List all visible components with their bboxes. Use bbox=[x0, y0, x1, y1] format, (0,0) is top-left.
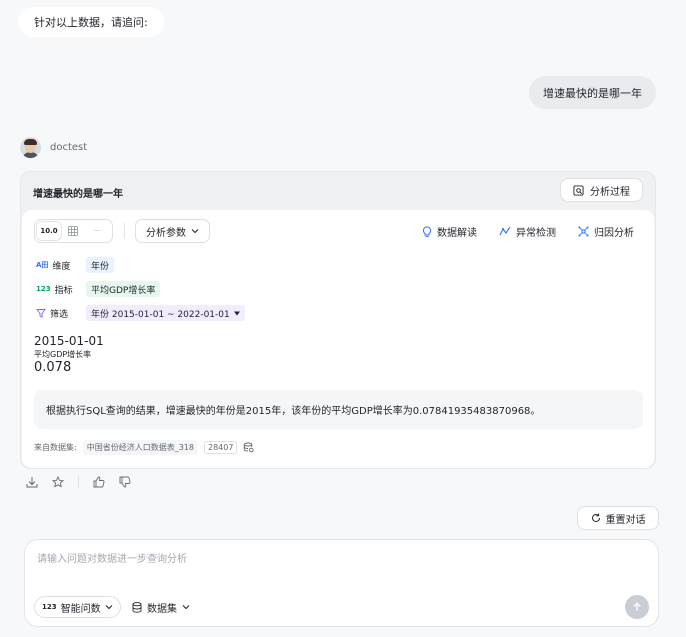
dataset-select-button[interactable]: 数据集 bbox=[132, 596, 190, 618]
download-icon[interactable] bbox=[26, 476, 38, 488]
analysis-process-button[interactable]: 分析过程 bbox=[560, 178, 643, 202]
metric-tag[interactable]: 平均GDP增长率 bbox=[86, 281, 161, 297]
dataset-select-label: 数据集 bbox=[147, 603, 177, 615]
prompt-bubble: 针对以上数据，请追问: bbox=[18, 7, 164, 37]
more-views-icon[interactable]: ··· bbox=[85, 222, 109, 240]
filter-row: 筛选 年份 2015-01-01 ~ 2022-01-01 bbox=[36, 305, 245, 321]
anomaly-detect-label: 异常检测 bbox=[516, 228, 556, 239]
metric-label: 指标 bbox=[54, 285, 73, 296]
send-button[interactable] bbox=[625, 595, 649, 619]
table-view-icon[interactable] bbox=[61, 222, 85, 240]
chat-input[interactable] bbox=[37, 548, 637, 570]
dataset-name[interactable]: 中国省份经济人口数据表_318 bbox=[82, 440, 198, 455]
database-icon[interactable] bbox=[243, 442, 254, 453]
analysis-process-icon bbox=[573, 184, 584, 196]
reset-conversation-button[interactable]: 重置对话 bbox=[577, 506, 659, 530]
dimension-label: 维度 bbox=[52, 261, 71, 272]
thumbs-down-icon[interactable] bbox=[119, 476, 131, 488]
analysis-process-label: 分析过程 bbox=[590, 186, 630, 198]
metric-icon: 123 bbox=[36, 285, 51, 293]
attribution-label: 归因分析 bbox=[594, 228, 634, 239]
arrow-up-icon bbox=[632, 602, 642, 612]
divider bbox=[78, 476, 79, 488]
anomaly-chart-icon bbox=[499, 226, 511, 237]
numeric-view-icon[interactable]: 10.0 bbox=[37, 222, 61, 240]
caret-down-icon bbox=[233, 311, 240, 316]
result-metric-label: 平均GDP增长率 bbox=[34, 350, 92, 359]
analysis-tools: 数据解读 异常检测 归因分析 bbox=[422, 224, 634, 239]
agent-name: doctest bbox=[50, 142, 88, 153]
data-interpret-button[interactable]: 数据解读 bbox=[422, 224, 477, 239]
filter-tag[interactable]: 年份 2015-01-01 ~ 2022-01-01 bbox=[86, 305, 245, 321]
dimension-tag[interactable]: 年份 bbox=[86, 257, 115, 273]
source-label: 来自数据集: bbox=[34, 443, 77, 452]
lightbulb-icon bbox=[422, 225, 432, 238]
filter-tag-text: 年份 2015-01-01 ~ 2022-01-01 bbox=[91, 309, 230, 320]
answer-card-title: 增速最快的是哪一年 bbox=[33, 189, 123, 200]
analysis-params-button[interactable]: 分析参数 bbox=[135, 219, 210, 243]
user-message-bubble: 增速最快的是哪一年 bbox=[529, 76, 656, 109]
database-icon bbox=[132, 601, 142, 613]
result-date: 2015-01-01 bbox=[34, 334, 104, 348]
avatar bbox=[20, 137, 41, 158]
refresh-icon bbox=[591, 513, 601, 523]
chevron-down-icon bbox=[191, 227, 199, 235]
star-icon[interactable] bbox=[52, 476, 64, 488]
dimension-row: A田 维度 年份 bbox=[36, 257, 115, 273]
smart-query-mode-button[interactable]: 123 智能问数 bbox=[34, 596, 121, 618]
prompt-bubble-text: 针对以上数据，请追问: bbox=[34, 16, 148, 29]
summary-text-box: 根据执行SQL查询的结果，增速最快的年份是2015年，该年份的平均GDP增长率为… bbox=[34, 390, 643, 429]
view-toggle: 10.0 ··· bbox=[34, 219, 113, 243]
attribution-icon bbox=[578, 226, 589, 237]
reset-conversation-label: 重置对话 bbox=[605, 514, 646, 526]
agent-header: doctest bbox=[20, 137, 87, 158]
filter-icon bbox=[36, 308, 46, 318]
result-value: 0.078 bbox=[34, 360, 72, 375]
number-mode-icon: 123 bbox=[42, 603, 57, 611]
chevron-down-icon bbox=[105, 603, 113, 611]
dimension-icon: A田 bbox=[36, 261, 49, 269]
user-message-text: 增速最快的是哪一年 bbox=[543, 86, 642, 100]
summary-text: 根据执行SQL查询的结果，增速最快的年份是2015年，该年份的平均GDP增长率为… bbox=[46, 406, 541, 417]
smart-query-mode-label: 智能问数 bbox=[60, 603, 101, 615]
answer-card: 增速最快的是哪一年 分析过程 10.0 ··· 分析参数 数据解读 异常检测 归… bbox=[20, 171, 656, 469]
anomaly-detect-button[interactable]: 异常检测 bbox=[499, 224, 556, 239]
dataset-count: 28407 bbox=[203, 441, 238, 454]
metric-row: 123 指标 平均GDP增长率 bbox=[36, 281, 161, 297]
attribution-button[interactable]: 归因分析 bbox=[578, 224, 634, 239]
message-actions bbox=[26, 476, 131, 488]
divider bbox=[124, 223, 125, 239]
answer-content: 10.0 ··· 分析参数 数据解读 异常检测 归因分析 A田 维度 年份 12… bbox=[22, 210, 654, 468]
chat-composer: 123 智能问数 数据集 bbox=[24, 539, 659, 627]
thumbs-up-icon[interactable] bbox=[93, 476, 105, 488]
filter-label: 筛选 bbox=[50, 309, 69, 320]
chevron-down-icon bbox=[182, 603, 190, 611]
source-row: 来自数据集: 中国省份经济人口数据表_318 28407 bbox=[34, 440, 254, 455]
analysis-params-label: 分析参数 bbox=[146, 227, 186, 239]
data-interpret-label: 数据解读 bbox=[437, 228, 477, 239]
